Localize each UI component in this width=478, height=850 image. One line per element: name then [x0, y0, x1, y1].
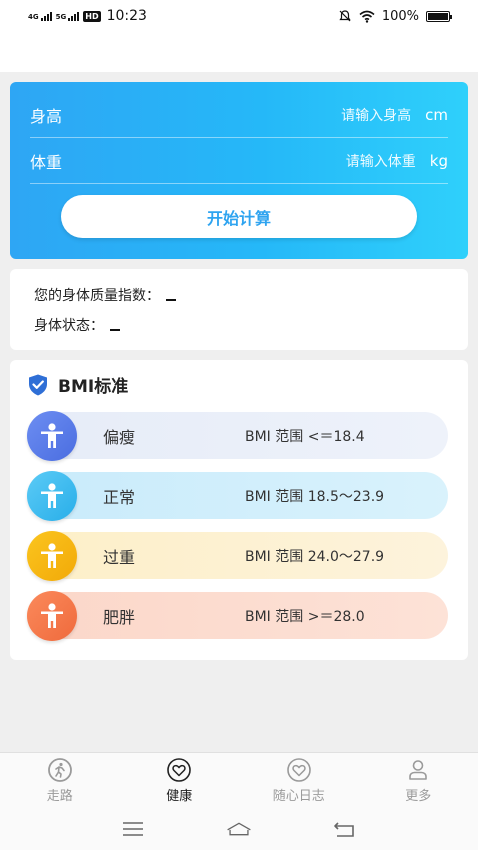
weight-unit: kg — [429, 151, 448, 170]
person-icon — [27, 410, 77, 461]
tab-health[interactable]: 健康 — [120, 753, 240, 808]
status-left: 4G 5G HD 10:23 — [28, 8, 147, 24]
bmi-row-underweight: 偏瘦 BMI 范围 <＝18.4 — [27, 410, 448, 461]
bmi-row-name: 过重 — [103, 547, 136, 567]
tab-label: 健康 — [166, 789, 193, 804]
tab-journal[interactable]: 随心日志 — [239, 753, 359, 808]
bmi-row-range: BMI 范围 18.5～23.9 — [245, 488, 385, 505]
shield-check-icon — [29, 374, 47, 395]
mute-icon — [339, 10, 351, 22]
bmi-standard-header: BMI标准 — [26, 372, 128, 397]
bottom-tab-bar: 走路 健康 随心日志 更多 — [0, 752, 478, 808]
bmi-standard-title: BMI标准 — [58, 377, 129, 397]
bmi-result-value — [166, 289, 176, 301]
height-input[interactable]: 请输入身高 — [341, 105, 411, 125]
bmi-row-range: BMI 范围 24.0～27.9 — [245, 548, 385, 565]
height-row[interactable]: 身高 请输入身高 cm — [30, 92, 448, 138]
battery-fill — [428, 12, 448, 20]
tab-label: 更多 — [405, 789, 432, 804]
tab-label: 走路 — [46, 789, 73, 804]
bmi-row-name: 肥胖 — [103, 607, 136, 627]
bmi-row-range: BMI 范围 >＝28.0 — [245, 608, 365, 625]
person-icon — [27, 590, 77, 641]
signal-4g-icon: 4G — [28, 11, 52, 21]
bmi-row-name: 偏瘦 — [103, 427, 136, 447]
system-nav-bar — [0, 808, 478, 850]
walk-icon — [47, 758, 72, 782]
tab-walk[interactable]: 走路 — [0, 753, 120, 808]
person-icon — [27, 530, 77, 581]
height-label: 身高 — [30, 106, 63, 126]
bmi-result-label: 您的身体质量指数： — [34, 288, 160, 304]
signal-5g-icon: 5G — [55, 11, 80, 21]
bmi-input-card: 身高 请输入身高 cm 体重 请输入体重 kg 开始计算 — [10, 82, 468, 259]
back-icon[interactable] — [332, 819, 358, 839]
clock: 10:23 — [106, 8, 147, 24]
menu-icon[interactable] — [120, 819, 146, 839]
user-icon — [409, 760, 428, 780]
battery-percent: 100% — [381, 8, 419, 24]
weight-label: 体重 — [30, 152, 63, 172]
weight-row[interactable]: 体重 请输入体重 kg — [30, 138, 448, 184]
wifi-icon — [359, 10, 375, 23]
bmi-row-normal: 正常 BMI 范围 18.5～23.9 — [27, 470, 448, 521]
hd-icon: HD — [83, 10, 101, 22]
bmi-result-line: 您的身体质量指数： — [34, 285, 176, 305]
height-unit: cm — [425, 105, 448, 124]
status-right: 100% — [338, 8, 452, 24]
start-calculate-button[interactable]: 开始计算 — [61, 195, 417, 238]
tab-label: 随心日志 — [272, 789, 325, 804]
bmi-row-range: BMI 范围 <＝18.4 — [245, 428, 365, 445]
home-icon[interactable] — [226, 819, 252, 839]
battery-icon — [426, 10, 452, 22]
weight-input[interactable]: 请输入体重 — [346, 151, 416, 171]
status-result-label: 身体状态： — [34, 318, 104, 334]
result-card: 您的身体质量指数： 身体状态： — [10, 269, 468, 350]
bmi-standard-card: BMI标准 偏瘦 BMI 范围 <＝18.4 正常 BMI 范围 18.5～23… — [10, 360, 468, 660]
heart-icon — [167, 758, 192, 782]
network-4g-label: 4G — [28, 12, 39, 21]
status-bar: 4G 5G HD 10:23 100% — [0, 0, 478, 32]
heart-icon — [286, 758, 311, 782]
person-icon — [27, 470, 77, 521]
bmi-row-name: 正常 — [103, 487, 136, 507]
bmi-row-obese: 肥胖 BMI 范围 >＝28.0 — [27, 590, 448, 641]
bmi-row-overweight: 过重 BMI 范围 24.0～27.9 — [27, 530, 448, 581]
app-header — [0, 32, 478, 72]
network-5g-label: 5G — [55, 12, 67, 21]
status-result-value — [110, 319, 120, 331]
tab-more[interactable]: 更多 — [359, 753, 478, 808]
status-result-line: 身体状态： — [34, 315, 120, 335]
